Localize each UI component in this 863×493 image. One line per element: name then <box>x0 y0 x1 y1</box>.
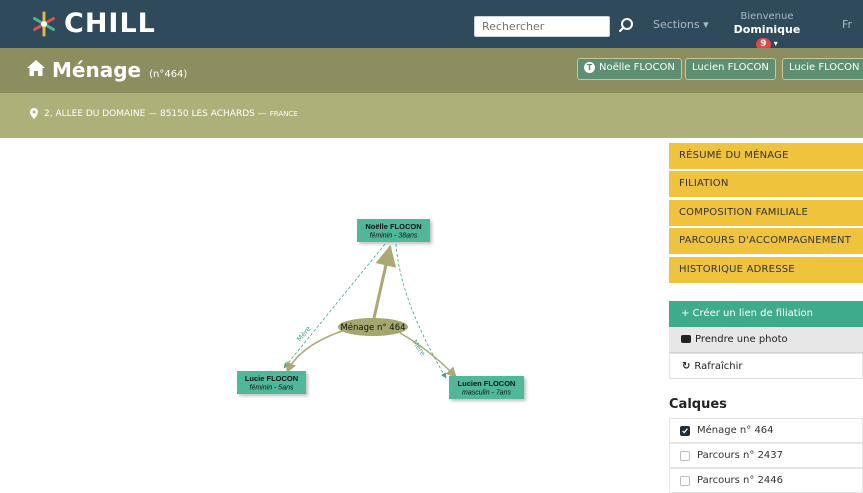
refresh-label: Rafraîchir <box>694 361 743 372</box>
person-button-label: Lucien FLOCON <box>692 62 769 73</box>
search-input[interactable] <box>474 16 610 37</box>
refresh-icon: ↻ <box>682 361 691 372</box>
user-name: Dominique <box>733 23 801 36</box>
household-menu: RÉSUMÉ DU MÉNAGE FILIATION COMPOSITION F… <box>669 143 863 285</box>
layer-label: Ménage n° 464 <box>697 424 774 436</box>
user-menu[interactable]: Bienvenue Dominique 9 ▾ <box>728 10 806 51</box>
filiation-edge[interactable] <box>283 243 386 369</box>
camera-icon <box>681 335 691 343</box>
map-pin-icon <box>30 108 38 119</box>
person-button-label: Lucie FLOCON <box>789 62 860 73</box>
search-icon[interactable] <box>618 17 634 33</box>
layer-label: Parcours n° 2437 <box>697 449 784 461</box>
address: 2, ALLEE DU DOMAINE — 85150 LES ACHARDS … <box>30 108 298 119</box>
person-node-details: féminin - 38ans <box>370 233 418 240</box>
create-filiation-button[interactable]: + Créer un lien de filiation <box>669 301 863 327</box>
logo[interactable]: CHILL <box>30 8 156 40</box>
logo-snowflake-icon <box>33 11 55 37</box>
filiation-graph[interactable]: Mère Mère Ménage n° 464 Noëlle FLOCON fé… <box>0 140 665 491</box>
menu-item-composition[interactable]: COMPOSITION FAMILIALE <box>669 199 863 226</box>
logo-text: CHILL <box>64 8 156 39</box>
household-number: (n°464) <box>149 69 188 80</box>
filiation-edge[interactable] <box>395 243 447 379</box>
page-title-text: Ménage <box>52 58 142 82</box>
page-title: Ménage (n°464) <box>26 58 187 82</box>
menu-item-resume[interactable]: RÉSUMÉ DU MÉNAGE <box>669 143 863 169</box>
person-node-lucie[interactable]: Lucie FLOCON féminin - 5ans <box>237 371 306 394</box>
person-node-name: Noëlle FLOCON <box>365 222 421 231</box>
welcome-label: Bienvenue <box>740 11 794 22</box>
person-node-lucien[interactable]: Lucien FLOCON masculin - 7ans <box>449 376 524 399</box>
household-label: Ménage n° 464 <box>340 322 405 333</box>
layer-label: Parcours n° 2446 <box>697 474 784 486</box>
sections-dropdown[interactable]: Sections ▾ <box>653 18 709 31</box>
person-node-name: Lucie FLOCON <box>245 374 298 383</box>
person-button-label: Noëlle FLOCON <box>599 62 675 73</box>
layer-parcours-2446[interactable]: Parcours n° 2446 <box>669 468 863 493</box>
person-node-details: masculin - 7ans <box>462 390 512 397</box>
layer-parcours-2437[interactable]: Parcours n° 2437 <box>669 443 863 468</box>
chevron-down-icon: ▾ <box>773 39 778 48</box>
person-button-lucie[interactable]: Lucie FLOCON <box>782 58 863 80</box>
titular-icon: T <box>584 62 595 73</box>
menu-item-historique-adresse[interactable]: HISTORIQUE ADRESSE <box>669 256 863 283</box>
person-node-noelle[interactable]: Noëlle FLOCON féminin - 38ans <box>357 219 430 242</box>
take-photo-label: Prendre une photo <box>695 334 788 345</box>
layer-household[interactable]: Ménage n° 464 <box>669 418 863 443</box>
language-switch[interactable]: Fr <box>842 18 852 31</box>
address-text: 2, ALLEE DU DOMAINE — 85150 LES ACHARDS … <box>44 108 267 119</box>
take-photo-button[interactable]: Prendre une photo <box>669 327 863 353</box>
person-button-lucien[interactable]: Lucien FLOCON <box>685 58 776 80</box>
refresh-button[interactable]: ↻ Rafraîchir <box>669 353 863 379</box>
household-edge[interactable] <box>399 332 457 378</box>
edge-label: Mère <box>295 325 312 343</box>
checkbox-icon[interactable] <box>680 475 690 486</box>
person-button-noelle[interactable]: T Noëlle FLOCON <box>577 58 682 80</box>
address-country: France <box>269 109 298 118</box>
checkbox-checked-icon[interactable] <box>680 425 690 436</box>
checkbox-icon[interactable] <box>680 450 690 461</box>
person-node-details: féminin - 5ans <box>250 385 294 392</box>
person-node-name: Lucien FLOCON <box>458 379 516 388</box>
menu-item-filiation[interactable]: FILIATION <box>669 171 863 198</box>
layers-title: Calques <box>669 397 727 412</box>
home-icon <box>27 60 45 76</box>
household-edge[interactable] <box>372 244 397 319</box>
menu-item-parcours[interactable]: PARCOURS D'ACCOMPAGNEMENT <box>669 228 863 255</box>
